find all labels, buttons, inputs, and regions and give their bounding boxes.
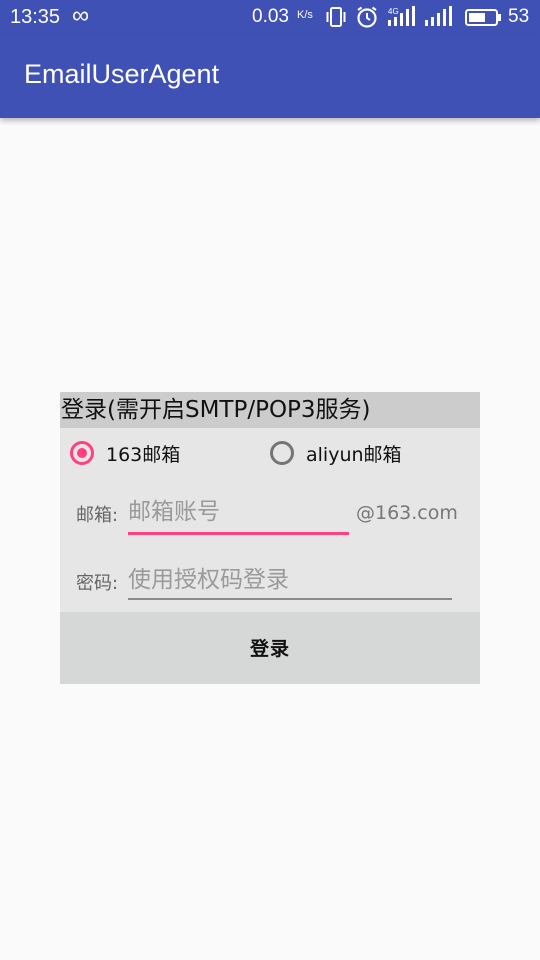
status-bar: 13:35 ∞ 0.03 K/s 4G 53 — [0, 0, 540, 34]
app-title: EmailUserAgent — [24, 59, 220, 89]
email-underline — [128, 532, 349, 535]
login-header: 登录(需开启SMTP/POP3服务) — [60, 392, 480, 428]
email-domain-suffix: @163.com — [356, 502, 458, 524]
password-label: 密码: — [76, 573, 119, 594]
vibrate-icon — [326, 5, 346, 35]
login-button[interactable]: 登录 — [60, 612, 480, 684]
email-field[interactable] — [128, 494, 348, 530]
app-bar: EmailUserAgent — [0, 34, 540, 118]
alarm-icon — [355, 5, 379, 35]
password-underline — [128, 598, 452, 600]
battery-level: 53 — [508, 6, 530, 27]
battery-icon — [465, 5, 503, 35]
radio-aliyun-label: aliyun邮箱 — [306, 443, 402, 466]
radio-checked-icon[interactable] — [70, 441, 94, 465]
radio-unchecked-icon[interactable] — [270, 441, 294, 465]
login-card: 登录(需开启SMTP/POP3服务) 163邮箱 aliyun邮箱 邮箱: @1… — [60, 392, 480, 684]
net-speed: 0.03 — [252, 6, 289, 27]
signal-4g-icon: 4G — [387, 5, 417, 35]
radio-aliyun-mail[interactable]: aliyun邮箱 — [270, 437, 402, 469]
radio-163-mail[interactable]: 163邮箱 — [70, 437, 180, 469]
signal-icon — [424, 5, 454, 35]
password-field[interactable] — [128, 562, 450, 598]
network-type-label: 4G — [388, 7, 399, 16]
infinity-icon: ∞ — [72, 2, 90, 29]
net-speed-unit: K/s — [297, 9, 313, 21]
status-time: 13:35 — [10, 6, 61, 28]
radio-163-label: 163邮箱 — [106, 443, 181, 466]
login-header-text: 登录(需开启SMTP/POP3服务) — [61, 397, 371, 423]
email-label: 邮箱: — [76, 505, 119, 526]
